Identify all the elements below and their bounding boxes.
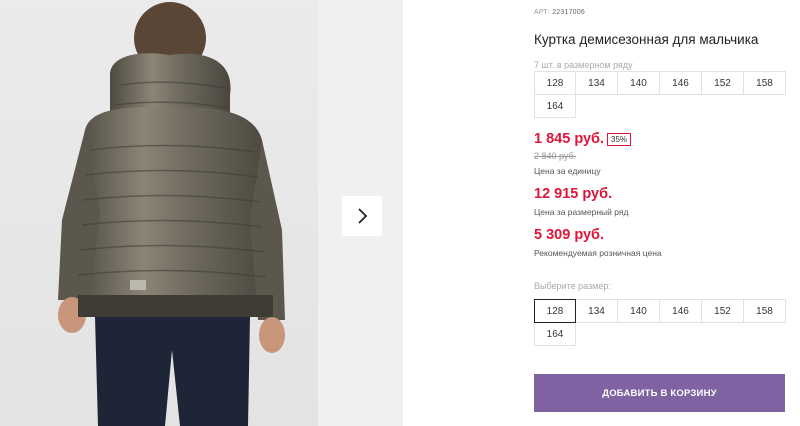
product-gallery: [0, 0, 403, 426]
size-row-count: 7 шт. в размерном ряду: [534, 60, 633, 70]
article-number: АРТ: 22317006: [534, 9, 585, 16]
row-price: 12 915 руб.: [534, 186, 613, 202]
unit-price-label: Цена за единицу: [534, 166, 601, 176]
choose-size-label: Выберите размер:: [534, 281, 611, 291]
row-price-label: Цена за размерный ряд: [534, 207, 629, 217]
size-row-cell: 128: [534, 71, 576, 95]
size-option-146[interactable]: 146: [659, 299, 702, 323]
old-price: 2 840 руб.: [534, 151, 577, 161]
size-picker: 128 134 140 146 152 158 164: [534, 299, 786, 346]
jacket-photo-illustration: [0, 0, 318, 426]
size-option-152[interactable]: 152: [701, 299, 744, 323]
size-row-cell: 152: [701, 71, 744, 95]
size-option-128[interactable]: 128: [534, 299, 576, 323]
product-title: Куртка демисезонная для мальчика: [534, 32, 759, 47]
size-option-134[interactable]: 134: [575, 299, 618, 323]
retail-price-label: Рекомендуемая розничная цена: [534, 248, 662, 258]
size-row-cell: 158: [743, 71, 786, 95]
retail-price: 5 309 руб.: [534, 227, 605, 243]
size-row-cell: 134: [575, 71, 618, 95]
size-option-164[interactable]: 164: [534, 322, 576, 346]
size-row-cell: 140: [617, 71, 660, 95]
size-row-cell: 164: [534, 94, 576, 118]
size-row-cell: 146: [659, 71, 702, 95]
chevron-right-icon: [358, 208, 368, 224]
product-photo[interactable]: [0, 0, 318, 426]
article-label: АРТ:: [534, 9, 551, 16]
add-to-cart-button[interactable]: ДОБАВИТЬ В КОРЗИНУ: [534, 374, 785, 412]
article-value: 22317006: [552, 9, 585, 16]
next-image-button[interactable]: [342, 196, 382, 236]
size-row-grid: 128 134 140 146 152 158 164: [534, 71, 786, 118]
discount-badge: 35%: [607, 133, 632, 146]
size-option-158[interactable]: 158: [743, 299, 786, 323]
unit-price: 1 845 руб.: [534, 131, 605, 147]
size-option-140[interactable]: 140: [617, 299, 660, 323]
